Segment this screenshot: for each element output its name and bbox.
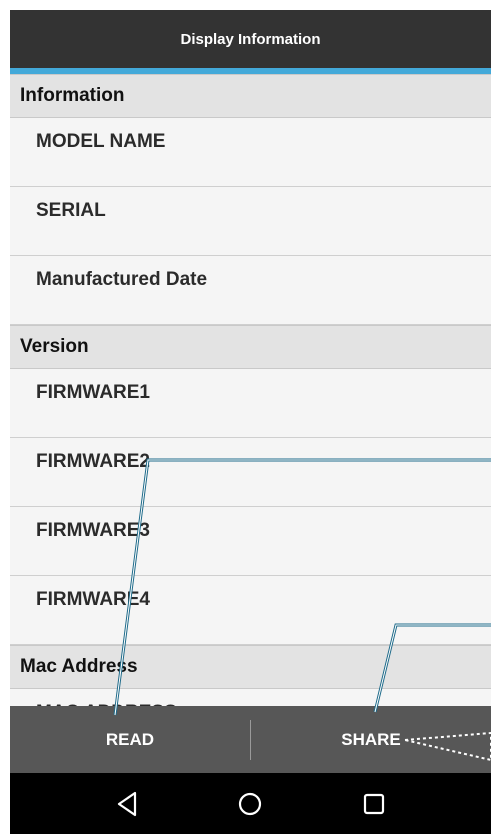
list-item-manufactured-date: Manufactured Date [10,256,491,325]
list-item-firmware3: FIRMWARE3 [10,507,491,576]
list-item-firmware1: FIRMWARE1 [10,369,491,438]
system-nav-bar [10,773,491,834]
app-screen: Display Information Information MODEL NA… [10,10,491,834]
section-header-mac-address: Mac Address [10,645,491,689]
app-bar: Display Information [10,10,491,68]
read-button[interactable]: READ [10,730,250,750]
page-title: Display Information [180,30,321,48]
back-icon[interactable] [107,784,147,824]
section-header-information: Information [10,74,491,118]
list-item-firmware4: FIRMWARE4 [10,576,491,645]
home-icon[interactable] [230,784,270,824]
action-bar: READ SHARE [10,706,491,773]
list-item-model-name: MODEL NAME [10,118,491,187]
section-header-version: Version [10,325,491,369]
list-item-firmware2: FIRMWARE2 [10,438,491,507]
share-button[interactable]: SHARE [251,730,491,750]
list-item-serial: SERIAL [10,187,491,256]
info-list[interactable]: Information MODEL NAME SERIAL Manufactur… [10,74,491,758]
recents-icon[interactable] [354,784,394,824]
